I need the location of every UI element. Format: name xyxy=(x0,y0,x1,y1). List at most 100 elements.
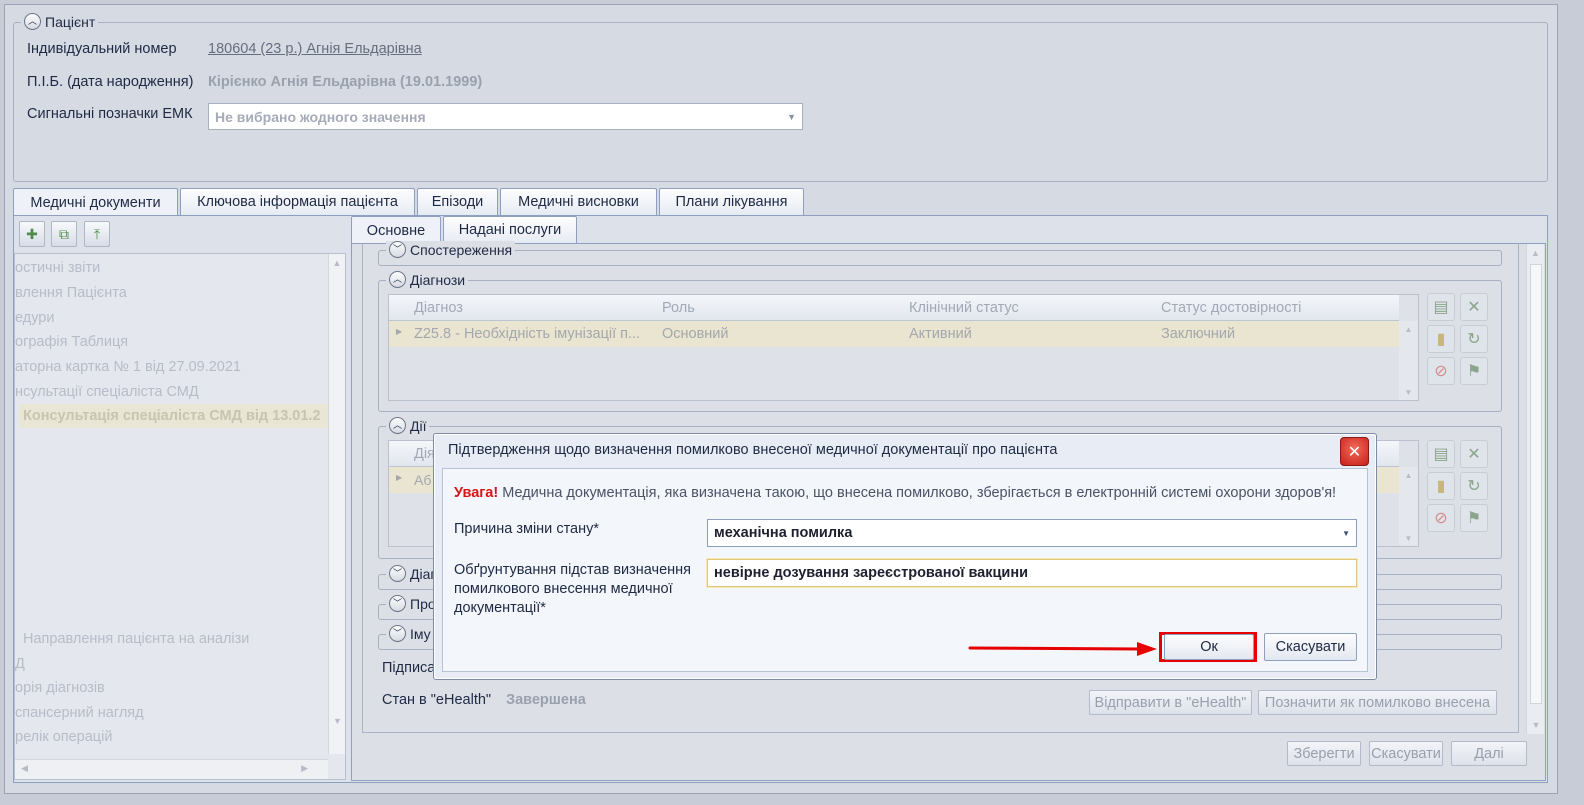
document-icon[interactable]: ▤ xyxy=(1427,293,1455,321)
justification-value: невірне дозування зареєстрованої вакцини xyxy=(714,565,1028,581)
grid-scrollbar[interactable]: ▲ ▼ xyxy=(1399,467,1418,546)
tab-conclusions[interactable]: Медичні висновки xyxy=(500,188,657,215)
import-document-icon[interactable]: ⤒ xyxy=(84,221,110,247)
observations-header[interactable]: ﹀ Спостереження xyxy=(386,241,516,258)
mark-error-button[interactable]: Позначити як помилково внесена xyxy=(1258,690,1497,715)
copy-document-icon[interactable]: ⧉ xyxy=(51,221,77,247)
footer-cancel-button[interactable]: Скасувати xyxy=(1369,741,1443,766)
diagnoses-header[interactable]: ︿ Діагнози xyxy=(386,271,469,288)
chevron-down-icon: ▼ xyxy=(1342,528,1350,538)
remove-icon[interactable]: ⊘ xyxy=(1427,357,1455,385)
tab-label: Медичні висновки xyxy=(518,194,639,210)
scroll-down-icon[interactable]: ▼ xyxy=(1399,388,1418,397)
button-label: Скасувати xyxy=(1275,639,1346,655)
tab-medical-docs[interactable]: Медичні документи xyxy=(13,188,178,217)
patient-group-title[interactable]: ︿ Пацієнт xyxy=(21,13,99,30)
scroll-thumb[interactable] xyxy=(1530,264,1542,704)
tree-item[interactable]: нсультації спеціаліста СМД xyxy=(15,384,199,400)
pro-header[interactable]: ﹀ Про xyxy=(386,595,439,612)
document-tree: остичні звіти влення Пацієнта едури огра… xyxy=(14,253,346,780)
tab-label: Ключова інформація пацієнта xyxy=(197,194,398,210)
save-button[interactable]: Зберегти xyxy=(1287,741,1361,766)
scroll-up-icon[interactable]: ▲ xyxy=(1399,471,1418,480)
actions-header[interactable]: ︿ Дії xyxy=(386,417,430,434)
ehealth-status: Завершена xyxy=(506,692,586,708)
document-icon[interactable]: ▤ xyxy=(1427,440,1455,468)
expand-icon[interactable]: ﹀ xyxy=(389,241,406,258)
content-scrollbar[interactable]: ▲ ▼ xyxy=(1526,244,1544,734)
tree-item-selected[interactable]: Консультація спеціаліста СМД від 13.01.2 xyxy=(19,404,329,428)
refresh-icon[interactable]: ↻ xyxy=(1460,325,1488,353)
tree-item[interactable]: остичні звіти xyxy=(15,260,100,276)
warning-strong: Увага! xyxy=(454,485,499,501)
tree-item[interactable]: влення Пацієнта xyxy=(15,285,127,301)
expand-icon[interactable]: ﹀ xyxy=(389,565,406,582)
add-document-icon[interactable]: ✚ xyxy=(19,221,45,247)
scroll-up-icon[interactable]: ▲ xyxy=(329,258,345,268)
scroll-right-icon[interactable]: ▶ xyxy=(301,763,308,774)
scroll-up-icon[interactable]: ▲ xyxy=(1399,325,1418,334)
collapse-icon[interactable]: ︿ xyxy=(389,417,406,434)
tree-item[interactable]: Д xyxy=(15,656,25,672)
cancel-button[interactable]: Скасувати xyxy=(1264,633,1357,661)
tab-episodes[interactable]: Епізоди xyxy=(417,188,498,215)
tree-scrollbar-vertical[interactable]: ▲ ▼ xyxy=(328,254,345,754)
next-button[interactable]: Далі xyxy=(1451,741,1527,766)
id-value-link[interactable]: 180604 (23 р.) Агнія Ельдарівна xyxy=(208,41,422,57)
flag-icon[interactable]: ⚑ xyxy=(1460,504,1488,532)
tools-icon[interactable]: ✕ xyxy=(1460,293,1488,321)
section-label: Діагнози xyxy=(410,271,466,288)
paste-icon[interactable]: ▮ xyxy=(1427,472,1455,500)
expand-icon[interactable]: ﹀ xyxy=(389,625,406,642)
column-header[interactable]: Дія xyxy=(414,446,435,462)
tab-services[interactable]: Надані послуги xyxy=(443,216,577,243)
scroll-down-icon[interactable]: ▼ xyxy=(1527,720,1545,730)
ok-button[interactable]: Ок xyxy=(1164,634,1254,660)
column-header[interactable]: Клінічний статус xyxy=(909,300,1019,316)
signals-combo[interactable]: Не вибрано жодного значення ▼ xyxy=(208,103,803,130)
signals-value: Не вибрано жодного значення xyxy=(215,108,426,125)
scroll-down-icon[interactable]: ▼ xyxy=(1399,534,1418,543)
reason-select[interactable]: механічна помилка ▼ xyxy=(707,519,1357,547)
table-row[interactable]: ▶ Z25.8 - Необхідність імунізації п... О… xyxy=(389,321,1399,347)
reason-label: Причина зміни стану* xyxy=(454,521,600,537)
expand-icon[interactable]: ﹀ xyxy=(389,595,406,612)
column-header[interactable]: Діагноз xyxy=(414,300,463,316)
scroll-up-icon[interactable]: ▲ xyxy=(1527,248,1544,258)
tree-item[interactable]: аторна картка № 1 від 27.09.2021 xyxy=(15,359,241,375)
diagnoses-grid: Діагноз Роль Клінічний статус Статус дос… xyxy=(388,294,1419,401)
section-label: Про xyxy=(410,595,436,612)
send-ehealth-button[interactable]: Відправити в "eHealth" xyxy=(1089,690,1252,715)
scroll-down-icon[interactable]: ▼ xyxy=(329,716,345,726)
tree-item[interactable]: релік операцій xyxy=(15,729,112,745)
close-icon[interactable]: ✕ xyxy=(1340,437,1369,466)
tree-item[interactable]: едури xyxy=(15,310,54,326)
tree-item[interactable]: спансерний нагляд xyxy=(15,705,144,721)
button-label: Зберегти xyxy=(1293,745,1355,762)
flag-icon[interactable]: ⚑ xyxy=(1460,357,1488,385)
button-label: Скасувати xyxy=(1371,745,1441,762)
tree-item[interactable]: орія діагнозів xyxy=(15,680,105,696)
tree-item[interactable]: ографія Таблиця xyxy=(15,334,128,350)
row-expand-icon[interactable]: ▶ xyxy=(396,473,402,482)
tree-item[interactable]: Направлення пацієнта на аналізи xyxy=(23,631,249,647)
section-label: Іму xyxy=(410,625,431,642)
justification-input[interactable]: невірне дозування зареєстрованої вакцини xyxy=(707,559,1357,587)
paste-icon[interactable]: ▮ xyxy=(1427,325,1455,353)
tools-icon[interactable]: ✕ xyxy=(1460,440,1488,468)
row-expand-icon[interactable]: ▶ xyxy=(396,327,402,336)
collapse-icon[interactable]: ︿ xyxy=(389,271,406,288)
scroll-left-icon[interactable]: ◀ xyxy=(21,763,28,774)
reason-value: механічна помилка xyxy=(714,525,853,541)
diag2-header[interactable]: ﹀ Діаг xyxy=(386,565,439,582)
column-header[interactable]: Статус достовірності xyxy=(1161,300,1301,316)
collapse-icon[interactable]: ︿ xyxy=(24,13,41,30)
imu-header[interactable]: ﹀ Іму xyxy=(386,625,434,642)
refresh-icon[interactable]: ↻ xyxy=(1460,472,1488,500)
tab-key-info[interactable]: Ключова інформація пацієнта xyxy=(180,188,415,215)
grid-scrollbar[interactable]: ▲ ▼ xyxy=(1399,321,1418,400)
tab-treatment-plans[interactable]: Плани лікування xyxy=(659,188,804,215)
remove-icon[interactable]: ⊘ xyxy=(1427,504,1455,532)
tree-scrollbar-horizontal[interactable]: ◀ ▶ xyxy=(15,759,328,779)
column-header[interactable]: Роль xyxy=(662,300,695,316)
